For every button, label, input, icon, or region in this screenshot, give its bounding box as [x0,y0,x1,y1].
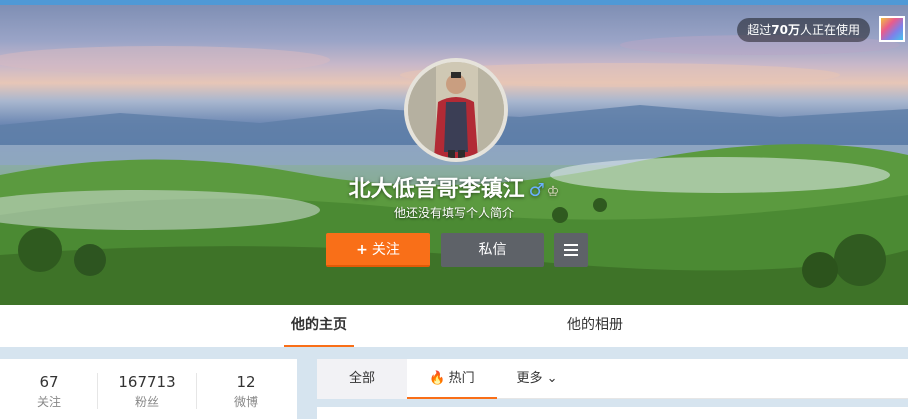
profile-bio: 他还没有填写个人简介 [393,206,514,220]
follow-button[interactable]: + 关注 [326,233,430,267]
chevron-down-icon: ⌄ [546,371,558,386]
message-button[interactable]: 私信 [441,233,544,267]
tab-album[interactable]: 他的相册 [560,305,630,347]
qr-code-icon[interactable] [879,16,905,42]
feed-tab-all[interactable]: 全部 [317,359,407,399]
flame-icon: 🔥 [429,371,446,386]
feed-tab-hot-label: 热门 [448,371,475,386]
feed-content-area [317,407,908,419]
stat-followers[interactable]: 167713 粉丝 [98,359,196,419]
follow-label: 关注 [371,242,400,258]
avatar[interactable] [404,58,508,162]
profile-name: 北大低音哥李镇江 [348,177,525,202]
tab-home[interactable]: 他的主页 [284,305,354,347]
stat-followers-label: 粉丝 [134,395,159,409]
feed-tab-hot[interactable]: 🔥 热门 [407,359,497,399]
stat-following-value: 67 [39,373,59,391]
stat-posts[interactable]: 12 微博 [197,359,295,419]
feed-filter-bar: 全部 🔥 热门 更多 ⌄ [317,359,908,399]
menu-icon-line [564,249,578,251]
male-gender-icon: ♂ [528,180,545,201]
usage-count-badge: 超过70万人正在使用 [737,18,870,42]
feed-tab-more[interactable]: 更多 ⌄ [507,359,567,399]
stat-posts-value: 12 [236,373,256,391]
stat-following-label: 关注 [36,395,61,409]
plus-icon: + [356,242,368,258]
feed-tab-more-label: 更多 [516,371,543,386]
menu-icon-line [564,244,578,246]
usage-prefix: 超过 [747,23,772,37]
usage-count: 70万 [771,23,800,37]
more-menu-button[interactable] [554,233,588,267]
crown-level-icon[interactable]: ♔ [547,184,560,200]
message-label: 私信 [478,242,507,258]
profile-tab-bar: 他的主页 他的相册 [0,305,908,347]
stats-panel: 67 关注 167713 粉丝 12 微博 [0,359,297,419]
stat-followers-value: 167713 [118,373,176,391]
stat-following[interactable]: 67 关注 [0,359,98,419]
usage-suffix: 人正在使用 [799,23,860,37]
menu-icon-line [564,254,578,256]
stat-posts-label: 微博 [233,395,258,409]
cover-banner: 超过70万人正在使用 北大低音哥李镇江 ♂ ♔ 他还没有填写个人简介 + 关注 私信 [0,5,908,305]
avatar-photo [408,62,504,158]
profile-name-row: 北大低音哥李镇江 ♂ ♔ [0,171,908,203]
